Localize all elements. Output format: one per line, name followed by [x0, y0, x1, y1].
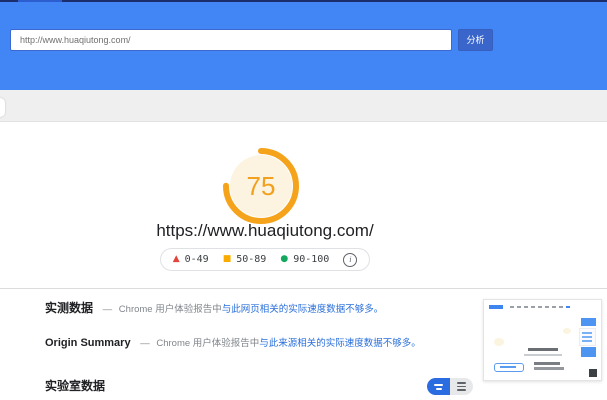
thumbnail-qr-code: [589, 369, 597, 377]
chart-view-button[interactable]: [427, 378, 450, 395]
chart-view-icon: [434, 383, 443, 386]
average-range-label: 50-89: [236, 254, 267, 265]
thumbnail-text-line: [534, 362, 560, 365]
origin-summary-separator: —: [140, 338, 150, 349]
field-data-title: 实测数据: [45, 301, 94, 315]
analyze-button[interactable]: 分析: [458, 29, 493, 51]
page-url: https://www.huaqiutong.com/: [156, 221, 374, 240]
pass-range-label: 90-100: [293, 254, 330, 265]
pass-circle-icon: ●: [280, 254, 289, 264]
view-toggle: [427, 378, 473, 395]
thumbnail-subline: [524, 354, 562, 356]
origin-summary-description: Chrome 用户体验报告中: [156, 338, 260, 349]
url-input[interactable]: [10, 29, 452, 51]
left-edge-tab: [0, 98, 5, 117]
score-gauge: 75: [222, 147, 300, 225]
thumbnail-side-panel: [579, 328, 596, 346]
thumbnail-logo: [489, 305, 503, 309]
info-icon[interactable]: i: [343, 252, 358, 267]
lab-data-section: 实验室数据: [45, 377, 112, 394]
average-square-icon: ■: [222, 254, 232, 264]
thumbnail-text-line: [534, 367, 564, 370]
field-data-section: 实测数据 — Chrome 用户体验报告中与此网页相关的实际速度数据不够多。: [45, 299, 383, 316]
legend-fail: ▲ 0-49: [173, 254, 209, 265]
thumbnail-decor: [494, 338, 504, 346]
thumbnail-side-widget: [581, 347, 596, 357]
lab-data-title: 实验室数据: [45, 379, 106, 393]
score-value: 75: [246, 170, 276, 201]
section-divider: [0, 288, 607, 289]
thumbnail-button: [494, 363, 524, 372]
fail-triangle-icon: ▲: [172, 254, 180, 264]
page-screenshot-thumbnail: [483, 299, 602, 381]
page-header: 分析: [0, 2, 607, 90]
list-view-button[interactable]: [450, 378, 473, 395]
origin-summary-link[interactable]: 与此来源相关的实际速度数据不够多。: [259, 338, 421, 349]
fail-range-label: 0-49: [184, 254, 209, 265]
field-data-link[interactable]: 与此网页相关的实际速度数据不够多。: [222, 304, 384, 315]
thumbnail-side-widget: [581, 318, 596, 326]
sub-header-band: [0, 90, 607, 122]
legend-row: ▲ 0-49 ■ 50-89 ● 90-100 i: [0, 248, 530, 271]
thumbnail-nav: [510, 306, 570, 308]
thumbnail-headline: [528, 348, 558, 351]
list-view-icon: [457, 382, 466, 384]
field-data-separator: —: [102, 304, 113, 315]
field-data-description: Chrome 用户体验报告中: [118, 304, 222, 315]
origin-summary-section: Origin Summary — Chrome 用户体验报告中与此来源相关的实际…: [45, 335, 421, 349]
legend-pass: ● 90-100: [280, 254, 329, 265]
score-legend: ▲ 0-49 ■ 50-89 ● 90-100 i: [159, 248, 371, 271]
origin-summary-title: Origin Summary: [45, 337, 131, 349]
thumbnail-decor: [563, 328, 571, 334]
legend-average: ■ 50-89: [223, 254, 267, 265]
